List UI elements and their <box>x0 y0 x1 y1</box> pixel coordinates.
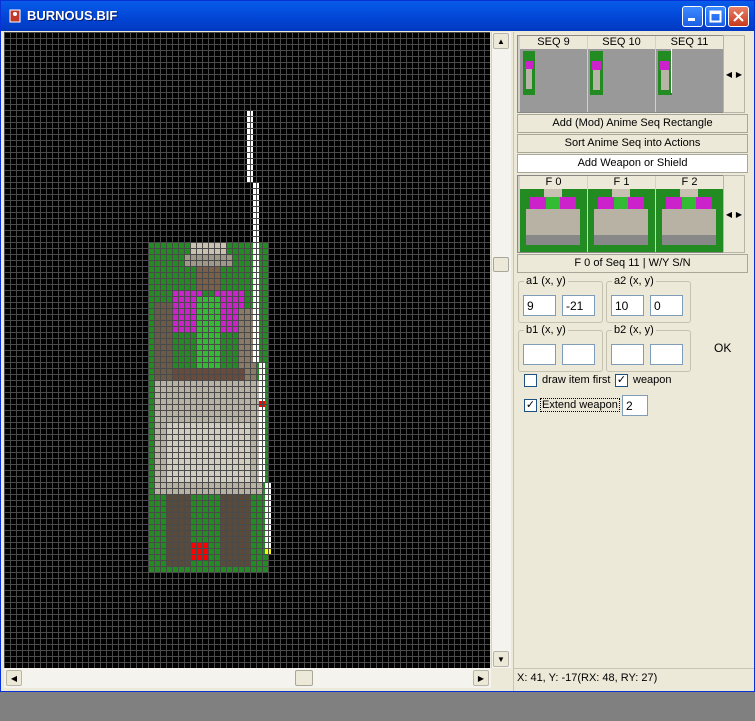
a1-x-field[interactable]: 9 <box>523 295 556 316</box>
frame-preview <box>662 189 716 245</box>
draw-item-first-checkbox[interactable] <box>524 374 537 387</box>
frame-robe <box>594 209 648 235</box>
frame-hat <box>680 189 698 197</box>
maximize-button[interactable] <box>705 6 726 27</box>
title-bar[interactable]: BURNOUS.BIF <box>1 1 754 31</box>
frame-hat <box>544 189 562 197</box>
draw-item-first-label: draw item first <box>542 374 611 386</box>
pixel-grid[interactable] <box>4 32 490 668</box>
frame-legs <box>594 235 648 245</box>
tool-panel: SEQ 9 SEQ 10 SEQ 11 ◀ ▶ Add (Mod) Anime … <box>513 32 754 691</box>
a1-group: a1 (x, y) 9 -21 <box>518 275 603 323</box>
frame-preview <box>594 189 648 245</box>
close-button[interactable] <box>728 6 749 27</box>
frame-label: F 1 <box>588 176 655 189</box>
a2-title: a2 (x, y) <box>612 275 656 287</box>
scroll-up-arrow[interactable]: ▲ <box>493 33 509 49</box>
frame-robe <box>526 209 580 235</box>
maximize-icon <box>709 10 722 23</box>
application-window: BURNOUS.BIF ▲ ▼ ◀ ▶ SEQ 9 SEQ 10 SEQ 11 … <box>0 0 755 692</box>
frame-info-button[interactable]: F 0 of Seq 11 | W/Y S/N <box>517 254 748 273</box>
b2-group: b2 (x, y) <box>606 324 691 372</box>
sequence-label: SEQ 10 <box>588 36 655 49</box>
app-icon <box>7 8 23 24</box>
frame-sleeve-left <box>666 197 682 211</box>
frame-legs <box>526 235 580 245</box>
a1-y-field[interactable]: -21 <box>562 295 595 316</box>
add-mod-rect-button[interactable]: Add (Mod) Anime Seq Rectangle <box>517 114 748 133</box>
b1-x-field[interactable] <box>523 344 556 365</box>
extend-weapon-field[interactable]: 2 <box>622 395 648 416</box>
sequence-next-arrow[interactable]: ▶ <box>734 36 744 112</box>
frame-legs <box>662 235 716 245</box>
sequence-thumb[interactable]: SEQ 10 <box>588 36 655 112</box>
vertical-scroll-thumb[interactable] <box>493 257 509 272</box>
vertical-scrollbar[interactable]: ▲ ▼ <box>491 32 511 668</box>
frame-sleeve-left <box>598 197 614 211</box>
scroll-down-arrow[interactable]: ▼ <box>493 651 509 667</box>
close-icon <box>733 11 744 22</box>
origin-marker <box>190 542 208 560</box>
a1-title: a1 (x, y) <box>524 275 568 287</box>
sequence-preview <box>658 49 672 95</box>
window-title: BURNOUS.BIF <box>27 8 118 23</box>
frame-sleeve-left <box>530 197 546 211</box>
extend-weapon-checkbox[interactable]: ✓ <box>524 399 537 412</box>
frame-preview <box>526 189 580 245</box>
sequence-thumb[interactable]: SEQ 11 <box>656 36 723 112</box>
add-weapon-button[interactable]: Add Weapon or Shield <box>517 154 748 173</box>
b1-y-field[interactable] <box>562 344 595 365</box>
frame-scroll[interactable]: ◀ ▶ <box>723 175 745 253</box>
frame-label: F 2 <box>656 176 723 189</box>
sequence-label: SEQ 9 <box>520 36 587 49</box>
frame-sleeve-right <box>560 197 576 211</box>
frame-next-arrow[interactable]: ▶ <box>734 176 744 252</box>
sequence-preview <box>523 51 535 95</box>
sprite-canvas[interactable] <box>4 32 490 668</box>
horizontal-scrollbar[interactable]: ◀ ▶ <box>4 668 491 688</box>
extend-weapon-label: Extend weapon <box>540 398 620 412</box>
frame-strip: F 0 F 1 F 2 <box>517 175 723 253</box>
b1-group: b1 (x, y) <box>518 324 603 372</box>
weapon-checkbox[interactable]: ✓ <box>615 374 628 387</box>
scroll-right-arrow[interactable]: ▶ <box>473 670 489 686</box>
sequence-label: SEQ 11 <box>656 36 723 49</box>
sequence-scroll[interactable]: ◀ ▶ <box>723 35 745 113</box>
b2-x-field[interactable] <box>611 344 644 365</box>
sequence-preview <box>590 51 603 95</box>
ok-button[interactable]: OK <box>714 341 731 355</box>
horizontal-scroll-thumb[interactable] <box>295 670 313 686</box>
a2-group: a2 (x, y) 10 0 <box>606 275 691 323</box>
minimize-button[interactable] <box>682 6 703 27</box>
a2-y-field[interactable]: 0 <box>650 295 683 316</box>
sort-actions-button[interactable]: Sort Anime Seq into Actions <box>517 134 748 153</box>
frame-hat <box>612 189 630 197</box>
frame-thumb[interactable]: F 1 <box>588 176 655 252</box>
minimize-icon <box>688 18 695 21</box>
frame-label: F 0 <box>520 176 587 189</box>
sequence-thumb[interactable]: SEQ 9 <box>520 36 587 112</box>
frame-robe <box>662 209 716 235</box>
frame-thumb[interactable]: F 2 <box>656 176 723 252</box>
sequence-prev-arrow[interactable]: ◀ <box>724 36 734 112</box>
frame-sleeve-right <box>696 197 712 211</box>
b1-title: b1 (x, y) <box>524 324 568 336</box>
frame-sleeve-right <box>628 197 644 211</box>
b2-title: b2 (x, y) <box>612 324 656 336</box>
weapon-label: weapon <box>633 374 672 386</box>
sequence-strip: SEQ 9 SEQ 10 SEQ 11 <box>517 35 723 113</box>
b2-y-field[interactable] <box>650 344 683 365</box>
status-bar: X: 41, Y: -17(RX: 48, RY: 27) <box>513 668 754 688</box>
scroll-left-arrow[interactable]: ◀ <box>6 670 22 686</box>
a2-x-field[interactable]: 10 <box>611 295 644 316</box>
frame-thumb[interactable]: F 0 <box>520 176 587 252</box>
frame-prev-arrow[interactable]: ◀ <box>724 176 734 252</box>
